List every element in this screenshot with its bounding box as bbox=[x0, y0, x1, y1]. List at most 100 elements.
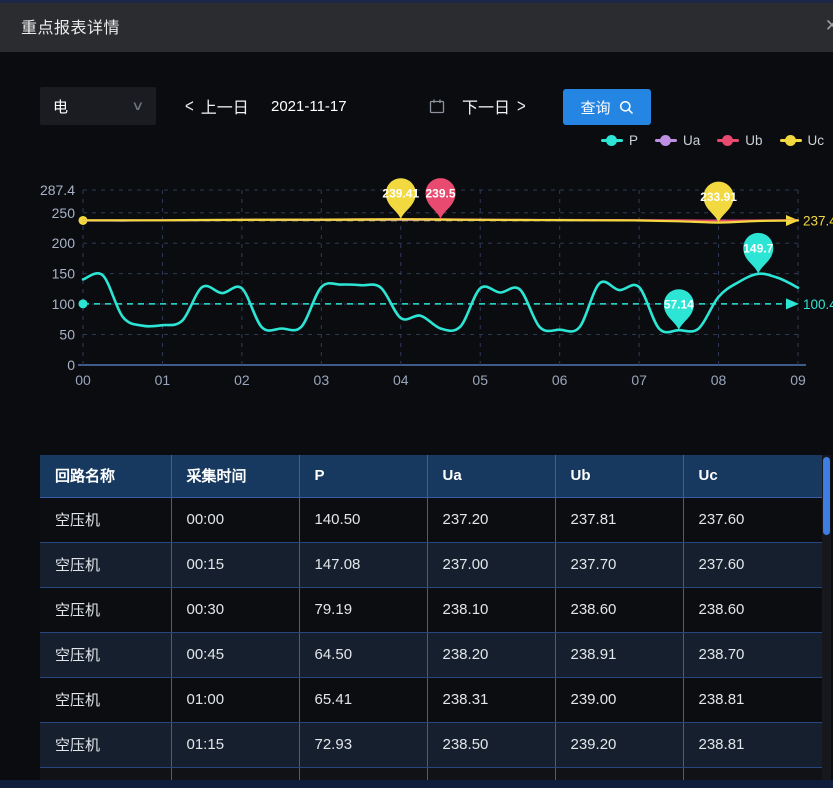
table-cell: 01:00 bbox=[171, 677, 299, 722]
page-title: 重点报表详情 bbox=[21, 14, 120, 38]
legend-label: Ua bbox=[683, 133, 700, 148]
legend-marker-icon bbox=[717, 139, 739, 142]
x-tick-label: 04 bbox=[393, 372, 409, 388]
table-cell: 238.70 bbox=[683, 632, 822, 677]
table-row[interactable]: 空压机00:15147.08237.00237.70237.60 bbox=[40, 542, 822, 587]
x-tick-label: 03 bbox=[314, 372, 330, 388]
next-day-label: 下一日 bbox=[462, 94, 510, 118]
table-cell: 00:00 bbox=[171, 497, 299, 542]
table-row[interactable]: 空压机01:0065.41238.31239.00238.81 bbox=[40, 677, 822, 722]
table-cell: 00:45 bbox=[171, 632, 299, 677]
table-cell: 64.50 bbox=[299, 632, 427, 677]
column-header: Ub bbox=[555, 455, 683, 497]
table-cell: 空压机 bbox=[40, 722, 171, 767]
table-cell: 238.20 bbox=[427, 632, 555, 677]
table-row[interactable]: 空压机01:1572.93238.50239.20238.81 bbox=[40, 722, 822, 767]
column-header: Uc bbox=[683, 455, 822, 497]
legend-marker-icon bbox=[655, 139, 677, 142]
table-row[interactable]: 空压机00:3079.19238.10238.60238.60 bbox=[40, 587, 822, 632]
query-button[interactable]: 查询 bbox=[563, 89, 651, 125]
legend-item-Uc[interactable]: Uc bbox=[780, 133, 825, 148]
calendar-icon-svg bbox=[429, 98, 445, 114]
x-tick-label: 09 bbox=[790, 372, 806, 388]
table-row-partial[interactable] bbox=[40, 767, 822, 780]
report-table: 回路名称采集时间PUaUbUc 空压机00:00140.50237.20237.… bbox=[40, 455, 822, 780]
legend-item-Ub[interactable]: Ub bbox=[717, 133, 762, 148]
table-cell: 空压机 bbox=[40, 632, 171, 677]
chevron-down-icon: ∨ bbox=[132, 98, 145, 114]
y-tick-label: 50 bbox=[59, 327, 75, 343]
table-cell: 00:30 bbox=[171, 587, 299, 632]
table-header: 回路名称采集时间PUaUbUc bbox=[40, 455, 822, 497]
table-cell: 238.81 bbox=[683, 677, 822, 722]
table-cell: 238.91 bbox=[555, 632, 683, 677]
column-header: Ua bbox=[427, 455, 555, 497]
table-cell: 空压机 bbox=[40, 677, 171, 722]
category-select[interactable]: 电 ∨ bbox=[40, 87, 156, 125]
legend-label: Uc bbox=[808, 133, 825, 148]
markline-value-label: 237.4 bbox=[803, 213, 833, 228]
table-cell: 72.93 bbox=[299, 722, 427, 767]
x-tick-label: 02 bbox=[234, 372, 250, 388]
legend-item-Ua[interactable]: Ua bbox=[655, 133, 700, 148]
scrollbar-thumb[interactable] bbox=[823, 457, 830, 535]
chevron-left-icon: < bbox=[185, 95, 194, 116]
legend-marker-icon bbox=[601, 139, 623, 142]
table-cell: 147.08 bbox=[299, 542, 427, 587]
table-cell: 237.20 bbox=[427, 497, 555, 542]
table-cell: 空压机 bbox=[40, 497, 171, 542]
table-cell: 空压机 bbox=[40, 587, 171, 632]
calendar-icon[interactable] bbox=[429, 98, 445, 119]
column-header: 回路名称 bbox=[40, 455, 171, 497]
close-icon[interactable]: ✕ bbox=[825, 16, 833, 36]
x-tick-label: 01 bbox=[155, 372, 171, 388]
table-cell: 239.20 bbox=[555, 722, 683, 767]
table-cell: 238.60 bbox=[683, 587, 822, 632]
line-chart: 050100150200250287.400010203040506070809… bbox=[0, 155, 833, 400]
markline-value-label: 100.4 bbox=[803, 297, 833, 312]
chart-legend: P Ua Ub Uc bbox=[601, 133, 824, 148]
table-cell: 238.60 bbox=[555, 587, 683, 632]
table-cell: 79.19 bbox=[299, 587, 427, 632]
table-cell: 237.60 bbox=[683, 497, 822, 542]
report-table-wrap: 回路名称采集时间PUaUbUc 空压机00:00140.50237.20237.… bbox=[40, 455, 822, 780]
table-row[interactable]: 空压机00:00140.50237.20237.81237.60 bbox=[40, 497, 822, 542]
prev-day-button[interactable]: < 上一日 bbox=[185, 87, 249, 125]
y-tick-label: 250 bbox=[52, 205, 76, 221]
markpoint-label: 149.7 bbox=[743, 241, 773, 255]
column-header: 采集时间 bbox=[171, 455, 299, 497]
table-cell: 239.00 bbox=[555, 677, 683, 722]
markline-arrow-icon bbox=[786, 298, 799, 309]
y-tick-label: 150 bbox=[52, 266, 76, 282]
table-cell: 238.50 bbox=[427, 722, 555, 767]
markpoint-label: 233.91 bbox=[700, 190, 737, 204]
search-icon bbox=[619, 100, 634, 115]
table-cell: 237.81 bbox=[555, 497, 683, 542]
category-select-value: 电 bbox=[53, 96, 68, 117]
table-scrollbar[interactable] bbox=[822, 455, 831, 780]
table-cell: 65.41 bbox=[299, 677, 427, 722]
modal-titlebar: 重点报表详情 ✕ bbox=[0, 0, 833, 52]
table-cell: 238.31 bbox=[427, 677, 555, 722]
x-tick-label: 05 bbox=[472, 372, 488, 388]
y-tick-label: 200 bbox=[52, 235, 76, 251]
x-tick-label: 07 bbox=[631, 372, 647, 388]
table-cell: 237.60 bbox=[683, 542, 822, 587]
markpoint-label: 239.5 bbox=[425, 187, 455, 201]
y-tick-label: 0 bbox=[67, 357, 75, 373]
date-input[interactable]: 2021-11-17 bbox=[271, 87, 347, 125]
legend-label: P bbox=[629, 133, 638, 148]
column-header: P bbox=[299, 455, 427, 497]
legend-label: Ub bbox=[745, 133, 762, 148]
x-tick-label: 06 bbox=[552, 372, 568, 388]
table-cell: 空压机 bbox=[40, 542, 171, 587]
table-cell: 01:15 bbox=[171, 722, 299, 767]
table-cell: 238.81 bbox=[683, 722, 822, 767]
chevron-right-icon: > bbox=[517, 95, 526, 116]
table-row[interactable]: 空压机00:4564.50238.20238.91238.70 bbox=[40, 632, 822, 677]
table-cell: 140.50 bbox=[299, 497, 427, 542]
legend-marker-icon bbox=[780, 139, 802, 142]
y-tick-label: 100 bbox=[52, 296, 76, 312]
next-day-button[interactable]: 下一日 > bbox=[462, 87, 526, 125]
legend-item-P[interactable]: P bbox=[601, 133, 638, 148]
